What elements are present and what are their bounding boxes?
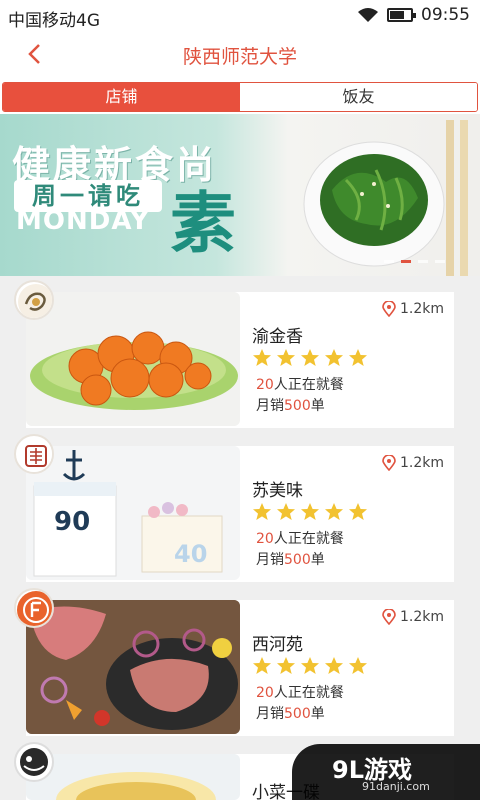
carousel-dot[interactable]: [435, 260, 445, 263]
carrier-label: 中国移动4G: [8, 11, 100, 31]
location-pin-icon: [382, 455, 396, 471]
wifi-icon: [358, 8, 378, 22]
star-icon: [301, 657, 319, 674]
dining-text: 人正在就餐: [273, 685, 344, 701]
store-photo: 90 40: [26, 446, 240, 580]
star-icon: [301, 503, 319, 520]
store-card[interactable]: 90 40 1.2km 苏美味 20人正在就餐 月销500单: [14, 434, 454, 582]
watermark-overlay: 9L游戏 91danji.com: [292, 744, 480, 800]
store-card[interactable]: 1.2km 西河苑 20人正在就餐 月销500单: [14, 588, 454, 736]
tab-diners[interactable]: 饭友: [240, 83, 477, 111]
dining-count: 20: [256, 377, 274, 393]
store-logo: [14, 742, 54, 782]
distance-label: 1.2km: [382, 609, 444, 625]
status-bar: 中国移动4G 09:55: [0, 0, 480, 32]
dining-text: 人正在就餐: [273, 531, 344, 547]
distance-value: 1.2km: [399, 609, 444, 625]
sales-suffix: 单: [310, 398, 325, 414]
distance-value: 1.2km: [399, 455, 444, 471]
tab-stores[interactable]: 店铺: [3, 83, 240, 111]
promo-banner[interactable]: 健康新食尚 周一请吃 MONDAY 素: [0, 114, 480, 276]
dining-count: 20: [256, 531, 274, 547]
star-icon: [277, 349, 295, 366]
star-icon: [277, 503, 295, 520]
distance-label: 1.2km: [382, 455, 444, 471]
store-logo: [14, 588, 54, 628]
rating-stars: [252, 656, 368, 676]
star-icon: [253, 349, 271, 366]
star-icon: [325, 349, 343, 366]
sales-count: 500: [284, 398, 311, 414]
store-card[interactable]: 1.2km 渝金香 20人正在就餐 月销500单: [14, 280, 454, 428]
monthly-sales: 月销500单: [256, 703, 325, 723]
carousel-dots: [384, 260, 445, 263]
segment-tabs: 店铺 饭友: [0, 80, 480, 114]
battery-icon: [387, 8, 416, 22]
star-icon: [349, 349, 367, 366]
rating-stars: [252, 502, 368, 522]
banner-big-char: 素: [170, 185, 236, 262]
carousel-dot-active[interactable]: [401, 260, 411, 263]
sales-count: 500: [284, 552, 311, 568]
store-photo: [26, 754, 240, 800]
dining-status: 20人正在就餐: [256, 374, 344, 394]
sales-suffix: 单: [310, 706, 325, 722]
distance-value: 1.2km: [399, 301, 444, 317]
clock: 09:55: [421, 5, 470, 25]
star-icon: [301, 349, 319, 366]
store-logo: [14, 434, 54, 474]
store-photo: [26, 292, 240, 426]
store-list: 1.2km 渝金香 20人正在就餐 月销500单 90 40 1.2km 苏美味…: [0, 276, 480, 800]
distance-label: 1.2km: [382, 301, 444, 317]
rating-stars: [252, 348, 368, 368]
dining-status: 20人正在就餐: [256, 682, 344, 702]
nav-bar: 陕西师范大学: [0, 32, 480, 80]
store-photo: [26, 600, 240, 734]
store-name: 渝金香: [252, 327, 303, 347]
seaweed-bowl-image: [303, 120, 468, 276]
star-icon: [325, 503, 343, 520]
page-title: 陕西师范大学: [182, 46, 297, 68]
location-pin-icon: [382, 301, 396, 317]
star-icon: [277, 657, 295, 674]
carousel-dot[interactable]: [418, 260, 428, 263]
star-icon: [253, 657, 271, 674]
dining-count: 20: [256, 685, 274, 701]
location-pin-icon: [382, 609, 396, 625]
sales-prefix: 月销: [256, 552, 284, 568]
monthly-sales: 月销500单: [256, 395, 325, 415]
store-name: 西河苑: [252, 635, 303, 655]
sales-prefix: 月销: [256, 398, 284, 414]
star-icon: [349, 503, 367, 520]
monthly-sales: 月销500单: [256, 549, 325, 569]
sales-count: 500: [284, 706, 311, 722]
star-icon: [349, 657, 367, 674]
banner-monday: MONDAY: [16, 206, 150, 236]
watermark-url: 91danji.com: [362, 780, 430, 793]
sales-suffix: 单: [310, 552, 325, 568]
sales-prefix: 月销: [256, 706, 284, 722]
store-name: 苏美味: [252, 481, 303, 501]
svg-text:90: 90: [54, 507, 90, 537]
star-icon: [253, 503, 271, 520]
svg-text:40: 40: [174, 540, 207, 568]
star-icon: [325, 657, 343, 674]
dining-text: 人正在就餐: [273, 377, 344, 393]
dining-status: 20人正在就餐: [256, 528, 344, 548]
carousel-dot[interactable]: [384, 260, 394, 263]
store-logo: [14, 280, 54, 320]
